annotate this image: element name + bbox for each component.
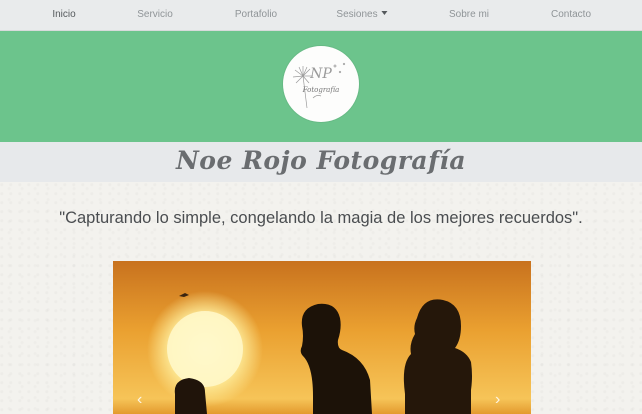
nav-item-portafolio[interactable]: Portafolio [235, 0, 277, 30]
sunset-couple-photo [113, 261, 531, 414]
dandelion-icon [292, 62, 346, 109]
nav-item-sobre-mi[interactable]: Sobre mi [449, 0, 489, 30]
nav-item-servicio[interactable]: Servicio [137, 0, 173, 30]
nav-item-sesiones-dropdown[interactable]: Sesiones [336, 0, 388, 30]
carousel-prev-button[interactable]: ‹ [137, 391, 142, 409]
photo-carousel[interactable]: ‹ › [113, 261, 531, 414]
nav-item-contacto[interactable]: Contacto [551, 0, 591, 30]
logo-monogram: NP [310, 66, 332, 82]
nav-item-inicio[interactable]: Inicio [52, 0, 75, 30]
top-navbar: Inicio Servicio Portafolio Sesiones Sobr… [0, 0, 642, 31]
chevron-left-icon: ‹ [137, 391, 143, 408]
tagline-quote: "Capturando lo simple, congelando la mag… [59, 209, 583, 227]
page-title: Noe Rojo Fotografía [175, 146, 467, 175]
logo-subtext: Fotografía [302, 86, 340, 94]
caret-down-icon [381, 11, 388, 15]
logo[interactable]: NP Fotografía [283, 46, 359, 122]
chevron-right-icon: › [495, 391, 501, 408]
carousel-next-button[interactable]: › [495, 391, 500, 409]
